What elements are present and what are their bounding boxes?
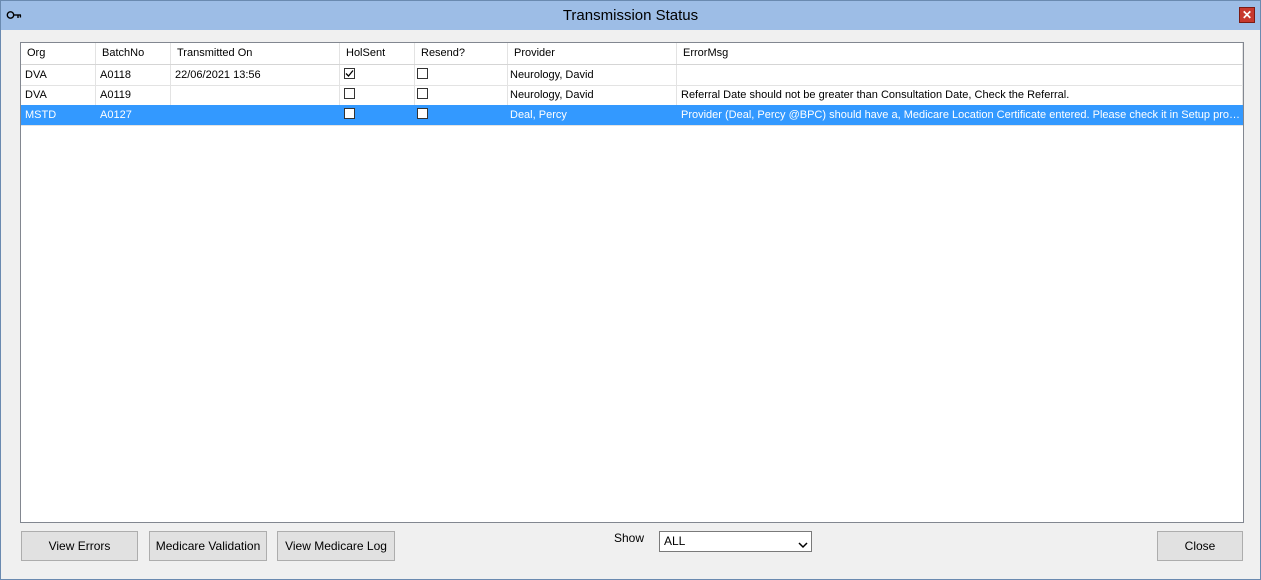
close-button[interactable]: Close [1157,531,1243,561]
cell-provider: Deal, Percy [508,105,677,125]
cell-provider: Neurology, David [508,65,677,85]
chevron-down-icon [798,537,808,549]
cell-org: DVA [21,65,96,85]
cell-batchno: A0119 [96,85,171,105]
column-header-provider[interactable]: Provider [508,43,677,64]
column-header-errormsg[interactable]: ErrorMsg [677,43,1243,64]
cell-transmitted-on [171,105,340,125]
medicare-validation-button[interactable]: Medicare Validation [149,531,267,561]
cell-batchno: A0127 [96,105,171,125]
view-errors-button[interactable]: View Errors [21,531,138,561]
close-window-button[interactable]: ✕ [1239,7,1255,23]
grid-header: Org BatchNo Transmitted On HolSent Resen… [21,43,1243,65]
resend-checkbox[interactable] [417,67,428,79]
transmission-grid[interactable]: Org BatchNo Transmitted On HolSent Resen… [20,42,1244,523]
cell-transmitted-on [171,85,340,105]
transmission-status-window: Transmission Status ✕ Org BatchNo Transm… [0,0,1261,580]
table-row[interactable]: DVA A0119 Neurology, David Referral Date… [21,85,1243,106]
holsent-checkbox[interactable] [344,107,355,119]
show-filter-value: ALL [664,534,686,548]
title-bar[interactable]: Transmission Status ✕ [1,1,1260,30]
show-filter-label: Show [614,531,645,545]
cell-resend [415,85,508,105]
cell-batchno: A0118 [96,65,171,85]
cell-org: DVA [21,85,96,105]
window-title: Transmission Status [562,7,699,24]
cell-errormsg: Provider (Deal, Percy @BPC) should have … [677,105,1243,125]
cell-holsent [340,85,415,105]
holsent-checkbox[interactable] [344,87,355,99]
column-header-org[interactable]: Org [21,43,96,64]
cell-holsent [340,105,415,125]
cell-resend [415,105,508,125]
view-medicare-log-button[interactable]: View Medicare Log [277,531,395,561]
cell-resend [415,65,508,85]
holsent-checkbox[interactable] [344,67,355,79]
cell-org: MSTD [21,105,96,125]
resend-checkbox[interactable] [417,87,428,99]
table-row-selected[interactable]: MSTD A0127 Deal, Percy Provider (Deal, P… [21,105,1243,126]
cell-errormsg [677,65,1243,85]
show-filter-select[interactable]: ALL [659,531,812,552]
cell-transmitted-on: 22/06/2021 13:56 [171,65,340,85]
column-header-transmitted-on[interactable]: Transmitted On [171,43,340,64]
column-header-resend[interactable]: Resend? [415,43,508,64]
column-header-batchno[interactable]: BatchNo [96,43,171,64]
table-row[interactable]: DVA A0118 22/06/2021 13:56 Neurology, Da… [21,65,1243,86]
cell-holsent [340,65,415,85]
resend-checkbox[interactable] [417,107,428,119]
cell-errormsg: Referral Date should not be greater than… [677,85,1243,105]
column-header-holsent[interactable]: HolSent [340,43,415,64]
cell-provider: Neurology, David [508,85,677,105]
